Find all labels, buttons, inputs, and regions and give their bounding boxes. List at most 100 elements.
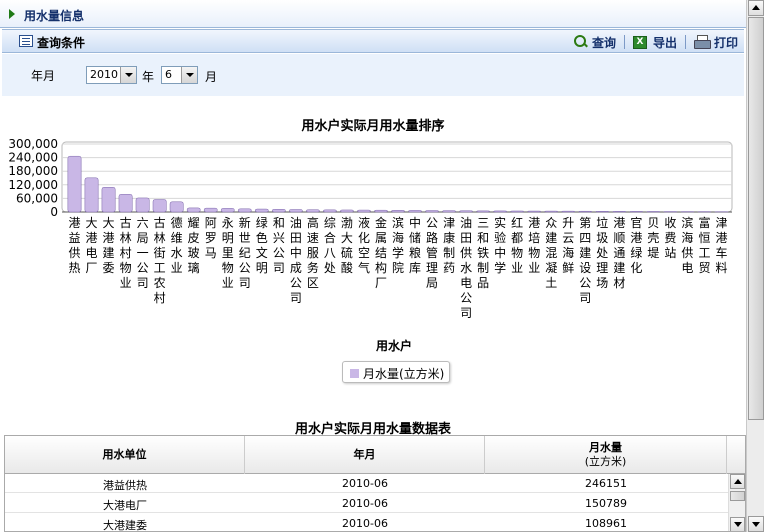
x-tick-label: 官港绿化 xyxy=(630,215,642,275)
year-unit-label: 年 xyxy=(142,70,155,84)
bar xyxy=(476,210,491,213)
chevron-down-icon[interactable] xyxy=(120,67,136,83)
x-tick-label: 液化空气 xyxy=(358,215,370,275)
list-icon xyxy=(19,35,33,47)
y-tick-label: 60,000 xyxy=(16,191,58,205)
toolbar-divider xyxy=(684,35,686,49)
x-tick-label: 中储粮库 xyxy=(409,215,421,275)
scroll-up-arrow-icon[interactable] xyxy=(748,0,764,16)
bar xyxy=(459,210,473,213)
column-header-unit[interactable]: 用水单位 xyxy=(5,436,245,474)
query-conditions-panel: 年月 2010 年 6 月 xyxy=(2,54,744,96)
cell-unit: 大港电厂 xyxy=(103,499,147,512)
scroll-down-arrow-icon[interactable] xyxy=(748,516,764,532)
bar xyxy=(629,211,644,213)
bar xyxy=(595,211,610,213)
chart-legend[interactable]: 月水量(立方米) xyxy=(342,361,450,383)
x-tick-label: 红都物业 xyxy=(511,215,523,275)
month-select-value: 6 xyxy=(165,68,172,81)
bar xyxy=(203,207,218,213)
table-row[interactable]: 大港建委 2010-06 108961 xyxy=(5,514,729,532)
bar xyxy=(288,209,303,213)
bar xyxy=(578,210,593,213)
page-scrollbar[interactable] xyxy=(746,0,764,532)
cell-unit: 大港建委 xyxy=(103,519,147,532)
x-tick-label: 第四建设公司 xyxy=(579,216,591,305)
x-tick-label: 和兴公司 xyxy=(273,216,285,275)
page-scroll-thumb[interactable] xyxy=(748,17,764,420)
table-scrollbar[interactable] xyxy=(728,474,745,531)
legend-swatch xyxy=(350,369,359,378)
year-month-label: 年月 xyxy=(31,69,56,83)
bar xyxy=(220,208,235,213)
year-select[interactable]: 2010 xyxy=(86,66,137,84)
x-tick-label: 耀皮玻璃 xyxy=(188,216,200,275)
bar xyxy=(305,209,320,213)
bar xyxy=(646,211,661,213)
x-tick-label: 金属结构厂 xyxy=(375,215,387,290)
scroll-up-arrow-icon[interactable] xyxy=(730,474,745,489)
search-icon xyxy=(573,35,588,49)
query-conditions-bar: 查询条件 查询 X 导出 打印 xyxy=(2,29,744,53)
bar xyxy=(510,210,525,213)
triangle-arrow-icon xyxy=(9,9,15,19)
print-button[interactable]: 打印 xyxy=(693,34,738,51)
table-row[interactable]: 大港电厂 2010-06 150789 xyxy=(5,494,729,513)
search-button-label: 查询 xyxy=(591,35,616,50)
month-select[interactable]: 6 xyxy=(161,66,198,84)
bar xyxy=(425,210,439,213)
bar xyxy=(544,210,559,213)
x-tick-label: 综合八处 xyxy=(324,216,336,275)
x-tick-label: 古林村物业 xyxy=(120,215,132,290)
bar xyxy=(84,177,99,213)
bar xyxy=(271,209,286,213)
page-title-bar: 用水量信息 xyxy=(0,0,746,28)
bar xyxy=(186,207,201,213)
x-tick-label: 众建混凝土 xyxy=(545,216,557,290)
search-button[interactable]: 查询 xyxy=(573,34,616,51)
bar xyxy=(527,210,542,213)
column-header-month-label: 年月 xyxy=(353,448,376,461)
y-tick-label: 0 xyxy=(50,205,58,219)
x-tick-label: 垃圾处理场 xyxy=(596,215,608,290)
chart-area: 用水户实际月用水量排序 300,000 240,000 180,000 120,000… xyxy=(0,96,746,396)
x-tick-label: 德维水业 xyxy=(171,215,183,275)
year-select-value: 2010 xyxy=(90,68,118,81)
x-tick-label: 古林街工农村 xyxy=(154,215,166,305)
column-header-volume[interactable]: 月水量 (立方米) xyxy=(485,436,727,474)
table-row[interactable]: 港益供热 2010-06 246151 xyxy=(5,474,729,493)
column-header-volume-unit: (立方米) xyxy=(584,455,627,468)
cell-volume: 108961 xyxy=(585,517,627,530)
excel-icon: X xyxy=(632,35,647,49)
column-header-month[interactable]: 年月 xyxy=(245,436,485,474)
x-tick-label: 大港建委 xyxy=(103,216,115,275)
data-table: 用水单位 年月 月水量 (立方米) 港益供热 2010-06 246151 大港… xyxy=(4,435,746,532)
y-tick-label: 180,000 xyxy=(8,164,58,178)
scroll-down-arrow-icon[interactable] xyxy=(730,517,745,531)
x-tick-label: 渤大硫酸 xyxy=(341,216,353,275)
column-header-volume-label: 月水量 xyxy=(589,441,622,454)
x-tick-label: 大港电厂 xyxy=(86,216,98,275)
bar xyxy=(374,209,388,213)
bar xyxy=(135,197,150,213)
bar xyxy=(118,194,133,213)
toolbar: 查询 X 导出 打印 xyxy=(573,33,738,51)
x-tick-label: 富恒工贸 xyxy=(698,215,710,275)
chevron-down-icon[interactable] xyxy=(181,67,197,83)
bar xyxy=(442,210,456,213)
bar xyxy=(323,209,337,213)
x-tick-label: 升云海鲜 xyxy=(562,216,574,275)
bar xyxy=(237,208,252,213)
page-title: 用水量信息 xyxy=(24,9,85,23)
cell-month: 2010-06 xyxy=(342,477,388,490)
x-tick-label: 港益供热 xyxy=(69,216,81,275)
bar xyxy=(391,210,405,213)
table-scroll-thumb[interactable] xyxy=(730,491,745,501)
bar xyxy=(67,155,82,213)
x-tick-label: 油田中成公司 xyxy=(290,216,302,305)
column-header-unit-label: 用水单位 xyxy=(102,448,147,461)
export-button[interactable]: X 导出 xyxy=(632,34,677,51)
cell-volume: 150789 xyxy=(585,497,627,510)
cell-unit: 港益供热 xyxy=(103,479,147,492)
x-tick-label: 三和铁制品 xyxy=(477,216,489,290)
